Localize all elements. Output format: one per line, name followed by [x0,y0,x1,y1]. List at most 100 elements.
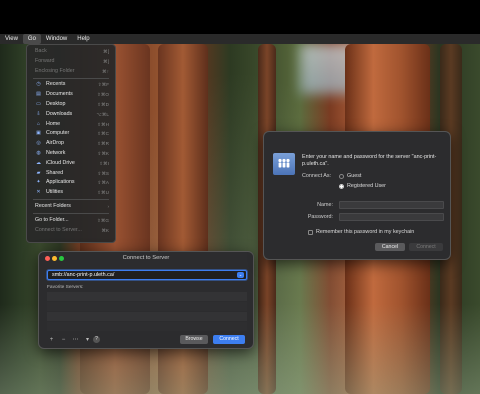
checkbox-box [308,229,313,235]
menu-item-label: Applications [46,179,75,186]
menu-help[interactable]: Help [72,34,94,44]
menu-item-label: Shared [46,169,64,176]
menu-item-label: iCloud Drive [46,159,75,166]
password-label: Password: [307,214,333,220]
recent-servers-dropdown[interactable]: ⌄ [237,272,244,278]
minimize-button[interactable] [52,255,57,261]
desktop-icon: ▭ [36,100,41,107]
remove-favorite-button[interactable]: − [59,337,68,344]
name-label: Name: [317,202,333,208]
remember-password-checkbox[interactable]: Remember this password in my keychain [308,229,414,235]
menu-item-shortcut: ⌘↑ [102,68,109,74]
menu-item-label: Connect to Server... [35,226,82,233]
menu-item-shortcut: ⇧⌘A [97,180,109,186]
name-field[interactable] [339,201,444,209]
menu-item-shortcut: ⇧⌘K [97,150,109,156]
list-item[interactable] [47,322,247,331]
list-item[interactable] [47,312,247,321]
zoom-button[interactable] [59,255,64,261]
connect-to-server-window: Connect to Server smb://anc-print-p.ulet… [38,251,254,349]
menu-item-label: Forward [35,57,55,64]
guest-radio[interactable]: Guest [339,173,361,179]
menu-item-shortcut: ⇧⌘R [97,141,109,147]
menu-item-label: Utilities [46,189,64,196]
go-menu-item-recents[interactable]: ◷ Recents ⇧⌘F [29,80,113,90]
menu-item-label: Back [35,48,47,54]
go-menu-item-documents[interactable]: ▤ Documents ⇧⌘O [29,90,113,100]
remember-password-label: Remember this password in my keychain [316,229,415,235]
registered-user-label: Registered User [347,183,386,189]
connect-button[interactable]: Connect [213,335,245,344]
help-button[interactable]: ? [93,336,100,343]
top-black-band [0,0,480,34]
document-icon: ▤ [36,91,41,98]
cancel-button[interactable]: Cancel [375,243,405,251]
menu-item-shortcut: ⇧⌘O [96,92,109,98]
add-favorite-button[interactable]: + [47,337,56,344]
computer-icon: ▣ [36,130,41,137]
go-menu-item-shared[interactable]: ▰ Shared ⇧⌘S [29,169,113,179]
menu-item-label: Home [46,120,61,127]
close-button[interactable] [45,255,50,261]
favorite-servers-list[interactable] [47,292,247,331]
more-options-button[interactable]: ⋯ [71,337,80,344]
menu-item-shortcut: ⇧⌘G [96,217,109,223]
go-menu-item-utilities[interactable]: ✕ Utilities ⇧⌘U [29,188,113,198]
password-field[interactable] [339,213,444,221]
download-icon: ⇩ [36,110,41,117]
menu-window[interactable]: Window [41,34,72,44]
menu-item-shortcut: ⌘[ [103,49,109,54]
menu-item-shortcut: ⇧⌘I [99,160,109,166]
go-menu-item-applications[interactable]: ✦ Applications ⇧⌘A [29,178,113,188]
go-menu-item-back: Back ⌘[ [29,47,113,57]
go-menu-item-icloud-drive[interactable]: ☁ iCloud Drive ⇧⌘I [29,159,113,169]
go-menu: Back ⌘[ Forward ⌘] Enclosing Folder ⌘↑ ◷ Recent… [26,44,116,243]
guest-label: Guest [347,173,362,179]
menu-item-label: Computer [46,130,70,137]
window-title: Connect to Server [122,255,170,261]
go-menu-item-airdrop[interactable]: ◎ AirDrop ⇧⌘R [29,139,113,149]
go-menu-item-home[interactable]: ⌂ Home ⇧⌘H [29,120,113,130]
menu-item-label: Recents [46,81,66,88]
server-login-dialog: Enter your name and password for the ser… [263,131,451,260]
go-menu-item-network[interactable]: ◍ Network ⇧⌘K [29,149,113,159]
options-dropdown-icon[interactable]: ▾ [83,337,92,344]
menu-item-shortcut: ⇧⌘S [97,170,109,176]
clock-icon: ◷ [36,81,41,88]
login-connect-button[interactable]: Connect [409,243,443,251]
go-menu-item-connect-to-server: Connect to Server... ⌘K [29,226,113,236]
list-item[interactable] [47,292,247,301]
favorite-servers-label: Favorite Servers: [47,285,84,290]
go-menu-item-desktop[interactable]: ▭ Desktop ⇧⌘D [29,100,113,110]
menu-item-shortcut: ⇧⌘D [97,101,109,107]
list-item[interactable] [47,302,247,311]
registered-user-radio[interactable]: Registered User [339,183,386,189]
shared-server-icon [273,153,295,175]
server-address-input[interactable]: smb://anc-print-p.uleth.ca/ ⌄ [47,270,247,280]
utilities-icon: ✕ [36,189,41,196]
go-menu-item-go-to-folder[interactable]: Go to Folder... ⇧⌘G [29,216,113,226]
menu-item-label: Downloads [46,110,73,117]
go-menu-item-recent-folders[interactable]: Recent Folders › [29,202,113,212]
menu-separator [33,199,109,201]
go-menu-item-downloads[interactable]: ⇩ Downloads ⌥⌘L [29,110,113,120]
home-icon: ⌂ [36,120,41,127]
go-menu-item-computer[interactable]: ▣ Computer ⇧⌘C [29,129,113,139]
browse-button[interactable]: Browse [180,335,208,344]
menu-item-shortcut: ⌘K [101,227,109,233]
go-menu-item-enclosing-folder: Enclosing Folder ⌘↑ [29,67,113,77]
server-address-value: smb://anc-print-p.uleth.ca/ [52,272,115,278]
menu-item-label: Recent Folders [35,202,71,209]
menu-item-label: Network [46,149,66,156]
menu-go[interactable]: Go [22,34,41,44]
go-menu-item-forward: Forward ⌘] [29,57,113,67]
login-prompt: Enter your name and password for the ser… [302,154,437,167]
shared-folder-icon: ▰ [36,169,41,176]
menu-item-label: AirDrop [46,140,64,147]
menu-view[interactable]: View [0,34,23,44]
network-icon: ◍ [36,149,41,156]
applications-icon: ✦ [36,179,41,186]
menu-item-label: Go to Folder... [35,216,69,223]
menu-item-shortcut: › [107,203,109,209]
menu-item-shortcut: ⇧⌘H [97,121,109,127]
